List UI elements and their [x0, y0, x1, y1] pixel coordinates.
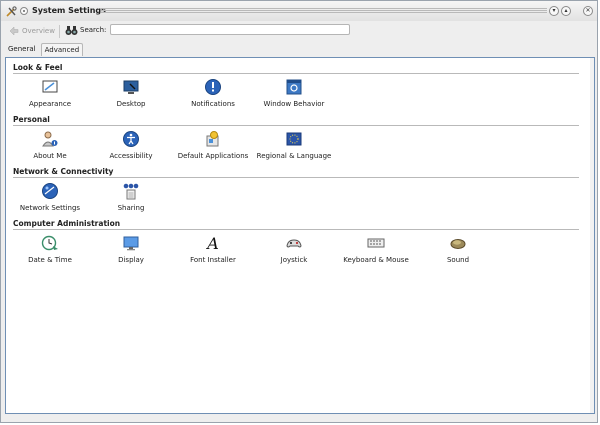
- module-window-behavior[interactable]: Window Behavior: [254, 78, 334, 108]
- module-label: Window Behavior: [263, 100, 325, 108]
- search-input[interactable]: [110, 24, 350, 35]
- binoculars-search-icon: [65, 26, 78, 35]
- module-label: Keyboard & Mouse: [343, 256, 409, 264]
- module-display[interactable]: Display: [91, 234, 171, 264]
- close-button[interactable]: ✕: [583, 6, 593, 16]
- back-arrow-icon: [9, 25, 19, 36]
- category-look-feel-title: Look & Feel: [13, 63, 63, 72]
- desktop-icon: [123, 80, 139, 94]
- joystick-icon: [286, 239, 302, 248]
- tab-advanced[interactable]: Advanced: [40, 43, 84, 56]
- toolbar: Overview Search:: [1, 21, 597, 41]
- module-label: Default Applications: [177, 152, 249, 160]
- module-appearance[interactable]: Appearance: [10, 78, 90, 108]
- overview-button[interactable]: Overview: [9, 24, 55, 37]
- module-label: Date & Time: [28, 256, 72, 264]
- toolbar-separator: [59, 25, 60, 38]
- title-bar[interactable]: System Settings ▾ ▴ ✕: [1, 1, 597, 21]
- category-divider: [13, 73, 579, 74]
- tab-general[interactable]: General: [5, 43, 39, 56]
- sharing-icon: [123, 183, 139, 200]
- module-label: Sharing: [117, 204, 145, 212]
- module-date-time[interactable]: Date & Time: [10, 234, 90, 264]
- module-label: Display: [118, 256, 144, 264]
- about-me-icon: [42, 131, 58, 147]
- display-icon: [123, 236, 139, 251]
- module-desktop[interactable]: Desktop: [91, 78, 171, 108]
- category-personal-title: Personal: [13, 115, 50, 124]
- date-time-icon: [41, 235, 58, 251]
- tab-bar: General Advanced: [5, 43, 85, 56]
- window-title: System Settings: [32, 6, 106, 15]
- font-installer-icon: A: [205, 234, 219, 252]
- regional-language-icon: [286, 132, 302, 146]
- module-label: Notifications: [191, 100, 235, 108]
- module-sound[interactable]: Sound: [418, 234, 498, 264]
- tab-advanced-label: Advanced: [44, 46, 80, 54]
- panel-edge: [590, 58, 594, 413]
- category-network-title: Network & Connectivity: [13, 167, 114, 176]
- module-label: Regional & Language: [256, 152, 332, 160]
- accessibility-icon: [123, 131, 139, 147]
- module-default-applications[interactable]: Default Applications: [173, 130, 253, 160]
- default-applications-icon: [206, 131, 219, 147]
- module-about-me[interactable]: About Me: [10, 130, 90, 160]
- module-network-settings[interactable]: Network Settings: [10, 182, 90, 212]
- module-label: Font Installer: [190, 256, 236, 264]
- module-label: Desktop: [116, 100, 146, 108]
- module-font-installer[interactable]: A Font Installer: [173, 234, 253, 264]
- system-settings-window: System Settings ▾ ▴ ✕ Overview Search: G…: [0, 0, 598, 423]
- category-divider: [13, 125, 579, 126]
- keep-above-icon[interactable]: [20, 7, 28, 15]
- keyboard-mouse-icon: [367, 238, 385, 248]
- module-keyboard-mouse[interactable]: Keyboard & Mouse: [336, 234, 416, 264]
- module-regional-language[interactable]: Regional & Language: [254, 130, 334, 160]
- window-behavior-icon: [286, 79, 302, 95]
- appearance-icon: [42, 80, 58, 93]
- sound-icon: [450, 239, 466, 249]
- category-divider: [13, 229, 579, 230]
- tab-general-label: General: [8, 45, 36, 53]
- maximize-button[interactable]: ▴: [561, 6, 571, 16]
- category-computer-administration-title: Computer Administration: [13, 219, 121, 228]
- overview-label: Overview: [22, 26, 55, 35]
- settings-panel: Look & Feel Appearance Desktop Notificat…: [5, 57, 595, 414]
- notifications-icon: [205, 79, 221, 95]
- svg-text:A: A: [205, 234, 219, 252]
- module-label: Joystick: [280, 256, 308, 264]
- minimize-button[interactable]: ▾: [549, 6, 559, 16]
- module-accessibility[interactable]: Accessibility: [91, 130, 171, 160]
- module-label: Appearance: [28, 100, 72, 108]
- module-notifications[interactable]: Notifications: [173, 78, 253, 108]
- module-label: Sound: [446, 256, 470, 264]
- category-divider: [13, 177, 579, 178]
- system-settings-app-icon[interactable]: [6, 6, 17, 17]
- module-label: Accessibility: [109, 152, 153, 160]
- network-settings-icon: [42, 183, 58, 199]
- module-joystick[interactable]: Joystick: [254, 234, 334, 264]
- title-grip: [101, 8, 547, 14]
- module-label: Network Settings: [19, 204, 81, 212]
- search-label: Search:: [80, 26, 107, 34]
- module-label: About Me: [33, 152, 67, 160]
- module-sharing[interactable]: Sharing: [91, 182, 171, 212]
